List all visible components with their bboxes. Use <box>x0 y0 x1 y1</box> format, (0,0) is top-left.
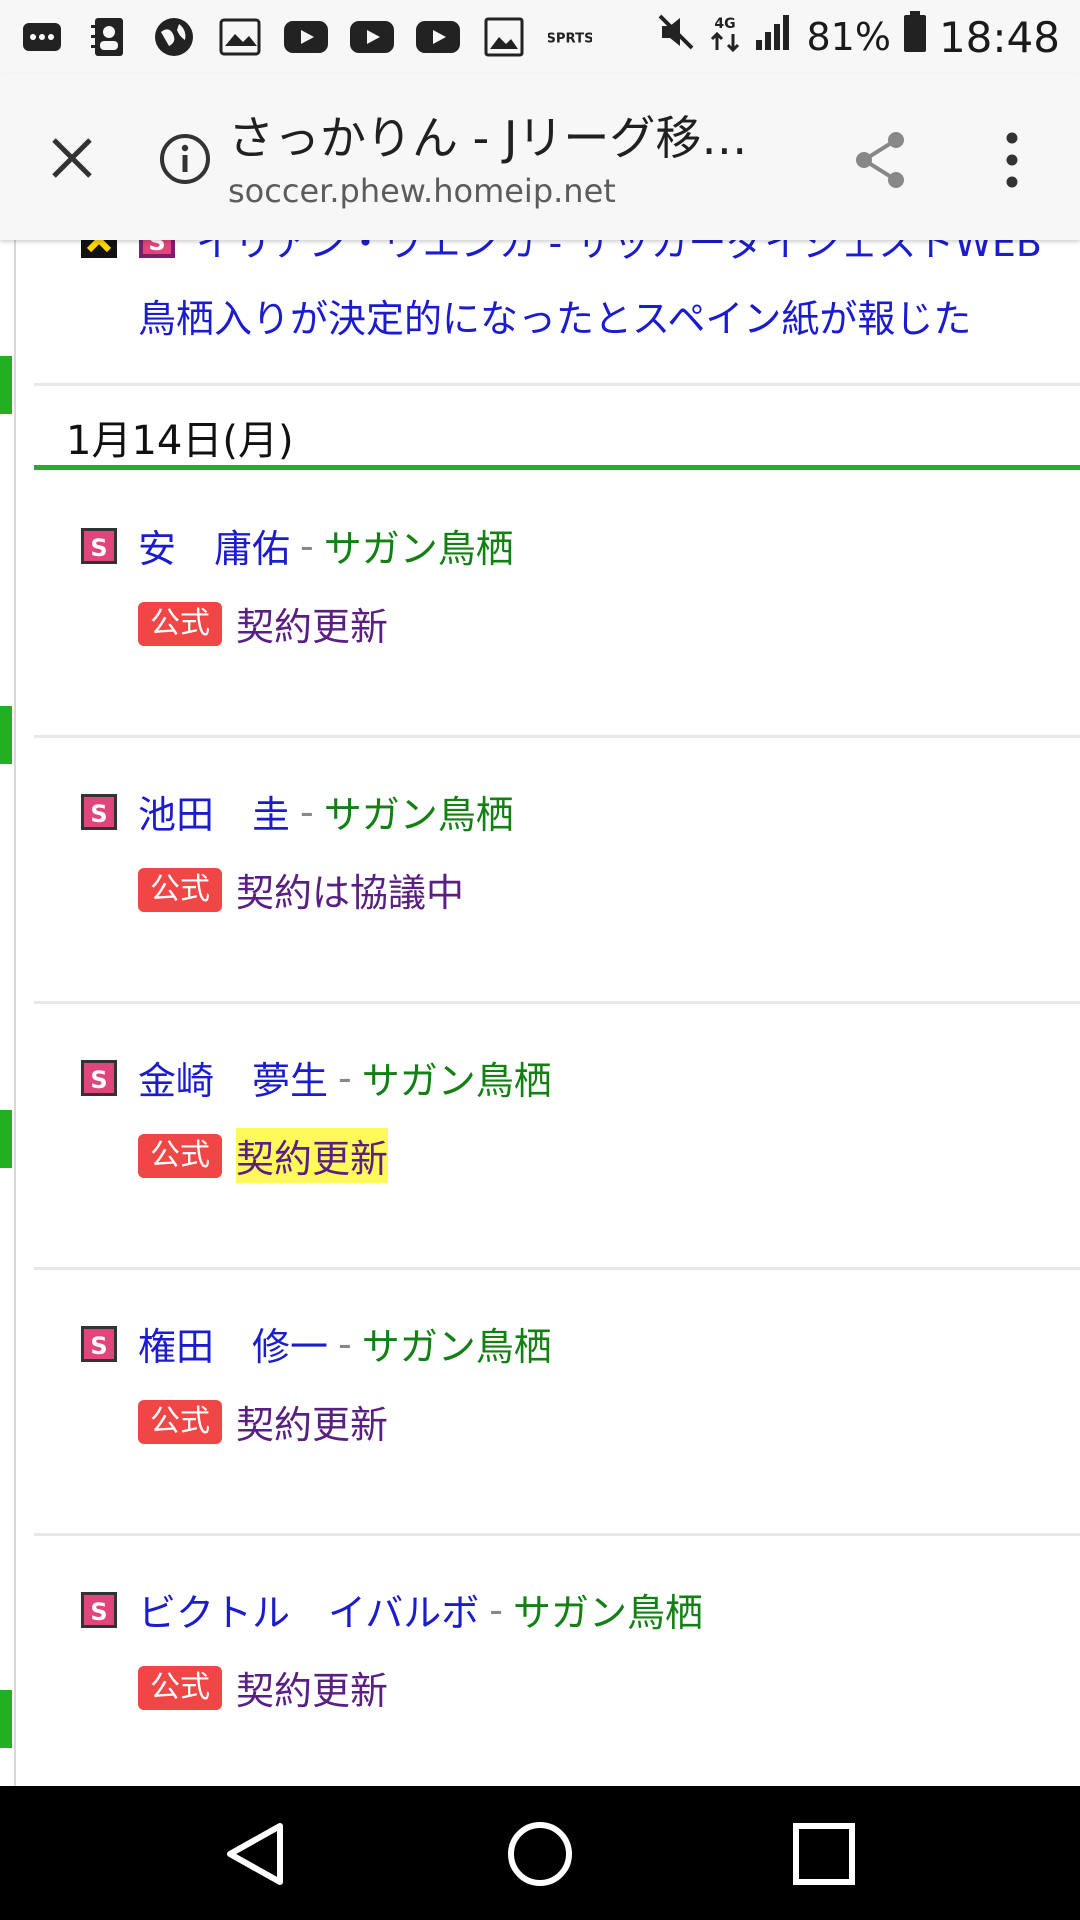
recents-icon[interactable] <box>782 1812 866 1896</box>
partial-headline[interactable]: 鳥栖入りが決定的になったとスペイン紙が報じた <box>138 288 971 343</box>
transfer-item[interactable]: S ビクトル イバルボ - サガン鳥栖 公式 契約更新 <box>34 1536 1080 1786</box>
official-badge: 公式 <box>138 867 222 912</box>
transfer-item[interactable]: S 金崎 夢生 - サガン鳥栖 公式 契約更新 <box>34 1004 1080 1270</box>
status-text-highlighted[interactable]: 契約更新 <box>236 1128 389 1183</box>
site-info-icon[interactable] <box>158 132 212 186</box>
page-title: さっかりん - Jリーグ移… <box>228 111 748 165</box>
back-icon[interactable] <box>214 1812 298 1896</box>
x-logo-icon <box>81 240 117 258</box>
date-label: 1月14日(月) <box>66 418 294 464</box>
clock: 18:48 <box>938 12 1060 62</box>
partial-item-header: S イリアン・ウエンカ - サッカーダイジェストWEB <box>80 240 1042 267</box>
svg-text:S: S <box>90 1332 107 1360</box>
status-text[interactable]: 契約更新 <box>236 1660 388 1715</box>
separator: - <box>300 789 314 834</box>
s-logo-icon: S <box>81 1059 117 1096</box>
navigation-bar <box>0 1786 1080 1920</box>
club-name[interactable]: サガン鳥栖 <box>362 1316 552 1371</box>
club-name[interactable]: サガン鳥栖 <box>362 1050 552 1105</box>
item-status-row: 公式 契約更新 <box>138 1660 388 1715</box>
separator: - <box>300 523 314 568</box>
player-name[interactable]: 金崎 夢生 <box>138 1050 328 1105</box>
separator: - <box>338 1321 352 1366</box>
timeline-marker <box>0 706 12 764</box>
player-name[interactable]: ビクトル イバルボ <box>138 1582 479 1637</box>
club-name[interactable]: サガン鳥栖 <box>324 784 514 839</box>
left-rule <box>14 240 16 1786</box>
svg-text:4G: 4G <box>715 16 736 32</box>
separator: - <box>338 1055 352 1100</box>
network-4g-icon: 4G <box>708 12 742 62</box>
s-logo-icon: S <box>81 1591 117 1628</box>
item-title-row: S 池田 圭 - サガン鳥栖 <box>80 784 514 839</box>
s-logo-icon: S <box>81 527 117 564</box>
status-text[interactable]: 契約は協議中 <box>236 862 464 917</box>
transfer-item[interactable]: S 池田 圭 - サガン鳥栖 公式 契約は協議中 <box>34 738 1080 1004</box>
player-name[interactable]: 池田 圭 <box>138 784 290 839</box>
svg-text:S: S <box>90 800 107 828</box>
gallery-icon <box>482 15 526 59</box>
more-icon <box>20 15 64 59</box>
svg-text:S: S <box>90 1066 107 1094</box>
list-item: S イリアン・ウエンカ - サッカーダイジェストWEB 鳥栖入りが決定的になった… <box>34 240 1080 386</box>
item-status-row: 公式 契約は協議中 <box>138 862 464 917</box>
share-icon[interactable] <box>850 128 914 192</box>
overflow-menu-icon[interactable] <box>984 128 1040 192</box>
contacts-icon <box>86 15 130 59</box>
close-icon[interactable] <box>44 130 100 186</box>
youtube-icon <box>284 15 328 59</box>
sports-icon: SPRTS <box>548 15 592 59</box>
item-title-row: S ビクトル イバルボ - サガン鳥栖 <box>80 1582 703 1637</box>
svg-text:SPRTS: SPRTS <box>548 31 592 46</box>
muted-icon <box>656 12 696 62</box>
timeline-marker <box>0 356 12 414</box>
globe-icon <box>152 15 196 59</box>
player-name[interactable]: 権田 修一 <box>138 1316 328 1371</box>
status-text[interactable]: 契約更新 <box>236 1394 388 1449</box>
home-icon[interactable] <box>498 1812 582 1896</box>
separator: - <box>489 1587 503 1632</box>
svg-text:S: S <box>90 534 107 562</box>
item-status-row: 公式 契約更新 <box>138 1394 388 1449</box>
club-name[interactable]: サガン鳥栖 <box>324 518 514 573</box>
timeline-marker <box>0 1690 12 1748</box>
svg-text:S: S <box>90 1598 107 1626</box>
transfer-item[interactable]: S 権田 修一 - サガン鳥栖 公式 契約更新 <box>34 1270 1080 1536</box>
official-badge: 公式 <box>138 1399 222 1444</box>
player-name[interactable]: 安 庸佑 <box>138 518 290 573</box>
battery-icon <box>903 11 927 63</box>
svg-text:S: S <box>148 240 165 256</box>
item-status-row: 公式 契約更新 <box>138 596 388 651</box>
page-content: S イリアン・ウエンカ - サッカーダイジェストWEB 鳥栖入りが決定的になった… <box>0 240 1080 1786</box>
transfer-item[interactable]: S 安 庸佑 - サガン鳥栖 公式 契約更新 <box>34 474 1080 738</box>
s-logo-icon: S <box>81 1325 117 1362</box>
official-badge: 公式 <box>138 1133 222 1178</box>
official-badge: 公式 <box>138 1665 222 1710</box>
browser-toolbar: さっかりん - Jリーグ移… soccer.phew.homeip.net <box>0 74 1080 240</box>
date-header: 1月14日(月) <box>34 388 1080 470</box>
battery-percent: 81% <box>806 15 891 59</box>
status-text[interactable]: 契約更新 <box>236 596 388 651</box>
item-title-row: S 権田 修一 - サガン鳥栖 <box>80 1316 552 1371</box>
notification-icons: SPRTS <box>20 15 592 59</box>
club-name[interactable]: サガン鳥栖 <box>513 1582 703 1637</box>
timeline-marker <box>0 1110 12 1168</box>
partial-headline-top[interactable]: イリアン・ウエンカ - サッカーダイジェストWEB <box>196 240 1042 267</box>
item-title-row: S 金崎 夢生 - サガン鳥栖 <box>80 1050 552 1105</box>
screen: SPRTS 4G 81% 18:48 さっかりん - Jリーグ移… soccer… <box>0 0 1080 1920</box>
s-logo-icon: S <box>139 240 175 258</box>
page-url[interactable]: soccer.phew.homeip.net <box>228 172 616 210</box>
official-badge: 公式 <box>138 601 222 646</box>
status-bar: SPRTS 4G 81% 18:48 <box>0 0 1080 74</box>
item-status-row: 公式 契約更新 <box>138 1128 389 1183</box>
youtube-icon <box>416 15 460 59</box>
s-logo-icon: S <box>81 793 117 830</box>
signal-icon <box>754 12 794 62</box>
au-icon <box>218 15 262 59</box>
system-status: 4G 81% 18:48 <box>656 11 1060 63</box>
item-title-row: S 安 庸佑 - サガン鳥栖 <box>80 518 514 573</box>
youtube-icon <box>350 15 394 59</box>
